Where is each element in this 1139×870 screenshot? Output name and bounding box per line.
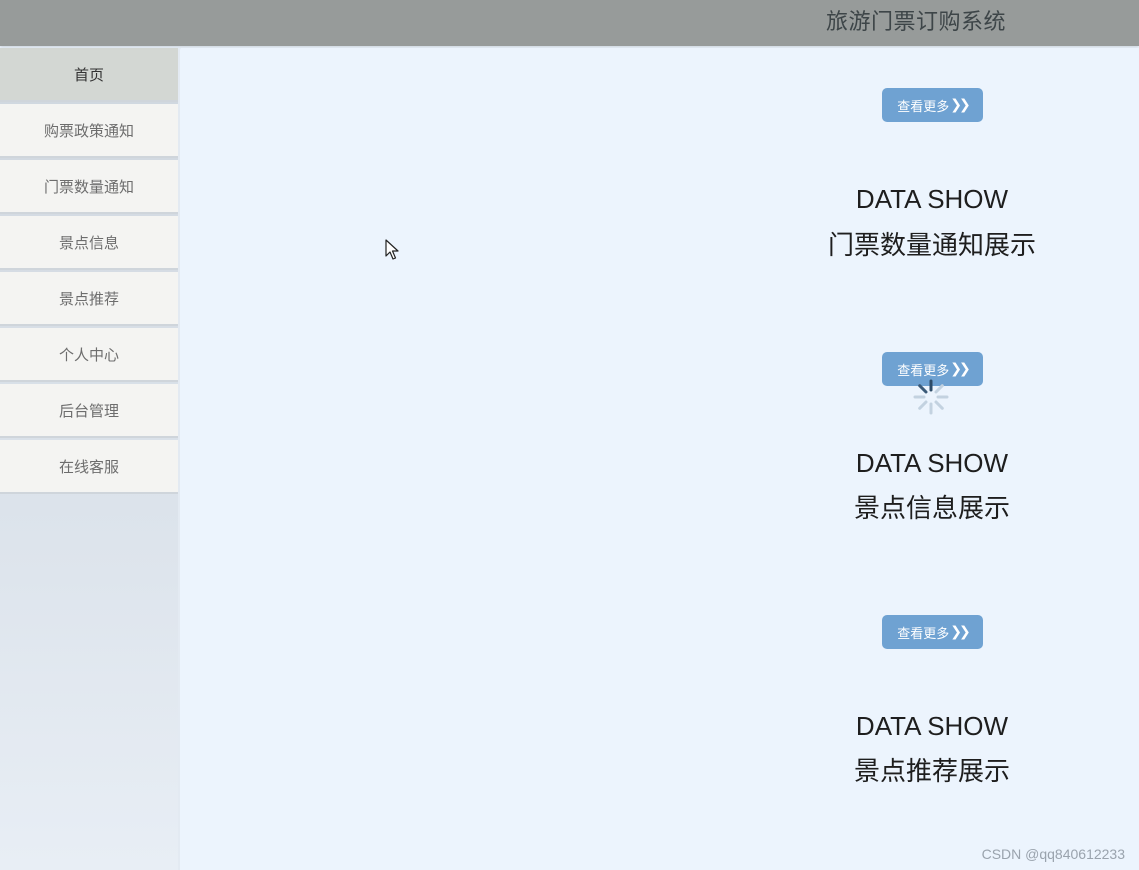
- section-title-cn: 门票数量通知展示: [827, 231, 1036, 261]
- sidebar-item-label: 后台管理: [58, 401, 119, 420]
- sidebar-item-personal-center[interactable]: 个人中心: [0, 328, 178, 382]
- view-more-button[interactable]: 查看更多 ❯❯: [882, 88, 983, 122]
- sidebar-item-label: 景点信息: [58, 233, 119, 252]
- view-more-button[interactable]: 查看更多 ❯❯: [882, 615, 983, 649]
- double-chevron-right-icon: ❯❯: [950, 97, 971, 113]
- section-title-en: DATA SHOW: [855, 184, 1009, 214]
- sidebar-nav: 首页 购票政策通知 门票数量通知 景点信息 景点推荐 个人中心 后台管理 在线客…: [0, 48, 180, 870]
- section-title-cn: 景点推荐展示: [853, 757, 1010, 787]
- section-title-en: DATA SHOW: [855, 711, 1009, 741]
- watermark: CSDN @qq840612233: [981, 846, 1125, 862]
- section-title-en: DATA SHOW: [855, 448, 1009, 478]
- sidebar-item-attraction-info[interactable]: 景点信息: [0, 216, 178, 270]
- view-more-label: 查看更多: [897, 626, 950, 642]
- double-chevron-right-icon: ❯❯: [950, 361, 971, 377]
- view-more-label: 查看更多: [897, 363, 950, 379]
- sidebar-item-admin[interactable]: 后台管理: [0, 384, 178, 438]
- double-chevron-right-icon: ❯❯: [950, 624, 971, 640]
- mouse-cursor-icon: [385, 239, 399, 260]
- sidebar-item-home[interactable]: 首页: [0, 48, 178, 102]
- sidebar-item-ticket-policy[interactable]: 购票政策通知: [0, 104, 178, 158]
- sidebar-item-label: 在线客服: [58, 457, 119, 476]
- sidebar-item-ticket-quantity[interactable]: 门票数量通知: [0, 160, 178, 214]
- app-title: 旅游门票订购系统: [826, 10, 1007, 35]
- sidebar-item-label: 门票数量通知: [43, 177, 134, 196]
- sidebar-item-label: 购票政策通知: [43, 121, 134, 140]
- sidebar-item-label: 个人中心: [58, 345, 119, 364]
- section-title-cn: 景点信息展示: [853, 494, 1010, 524]
- sidebar-item-label: 首页: [73, 65, 104, 84]
- sidebar-item-attraction-recommend[interactable]: 景点推荐: [0, 272, 178, 326]
- sidebar-item-online-service[interactable]: 在线客服: [0, 440, 178, 494]
- view-more-label: 查看更多: [897, 99, 950, 115]
- top-header: 旅游门票订购系统: [0, 0, 1139, 46]
- sidebar-item-label: 景点推荐: [58, 289, 119, 308]
- loading-spinner-icon: [913, 379, 949, 415]
